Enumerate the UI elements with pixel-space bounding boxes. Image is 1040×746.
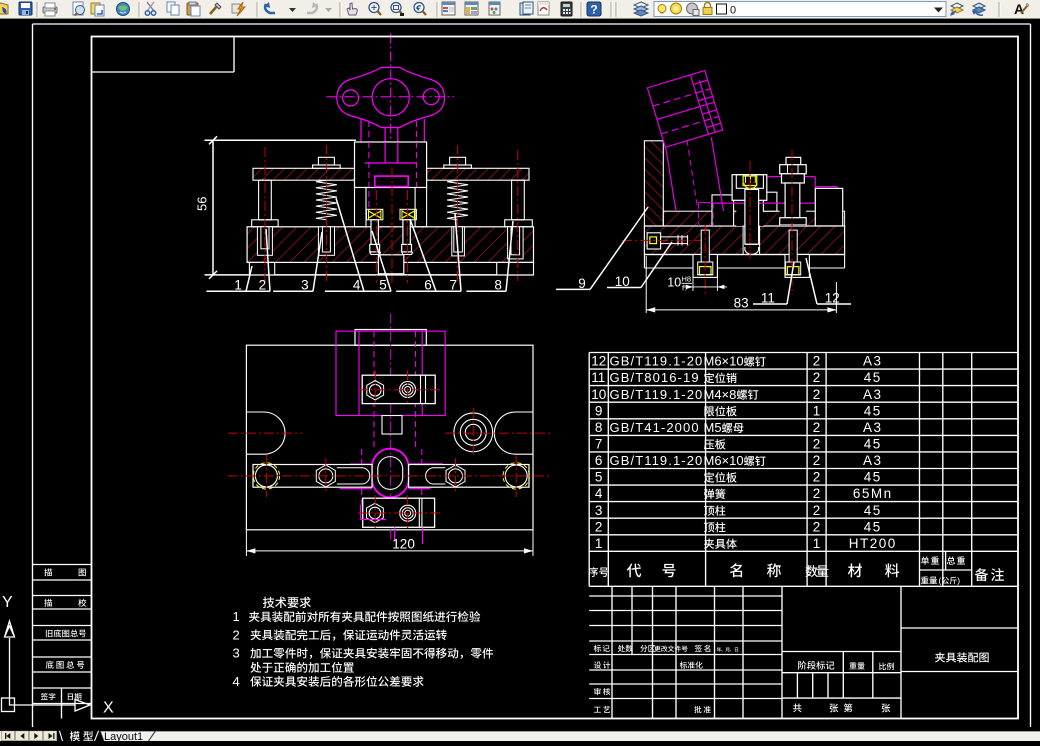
svg-text:2: 2	[813, 519, 821, 534]
svg-text:A: A	[1014, 1, 1024, 17]
svg-text:Layout1: Layout1	[104, 731, 143, 741]
svg-text:A3: A3	[863, 354, 883, 369]
svg-text:45: 45	[864, 519, 882, 534]
svg-text:1: 1	[233, 609, 240, 624]
svg-text:4: 4	[595, 486, 603, 501]
svg-text:10: 10	[591, 387, 606, 402]
svg-text:11: 11	[591, 370, 605, 385]
svg-text:1: 1	[813, 536, 821, 551]
svg-text:3: 3	[595, 503, 603, 518]
svg-text:45: 45	[864, 437, 882, 452]
svg-text:1: 1	[595, 536, 603, 551]
svg-text:83: 83	[734, 295, 749, 310]
svg-text:GB/T119.1-20: GB/T119.1-20	[610, 453, 704, 468]
svg-text:2: 2	[813, 354, 821, 369]
svg-text:120: 120	[392, 537, 415, 552]
svg-text:65Mn: 65Mn	[853, 486, 893, 501]
svg-text:Y: Y	[2, 594, 13, 611]
svg-text:8: 8	[595, 420, 603, 435]
svg-text:7: 7	[450, 277, 458, 292]
svg-text:12: 12	[591, 354, 606, 369]
svg-text:2: 2	[813, 370, 821, 385]
svg-text:3: 3	[233, 646, 240, 661]
svg-text:M6×10: M6×10	[704, 354, 744, 369]
svg-text:2: 2	[813, 420, 821, 435]
svg-text:56: 56	[195, 197, 210, 211]
svg-text:): )	[957, 576, 960, 586]
svg-text:45: 45	[864, 403, 882, 418]
svg-text:A3: A3	[863, 453, 883, 468]
svg-text:8: 8	[494, 277, 502, 292]
svg-text:M6×10: M6×10	[704, 453, 744, 468]
svg-text:45: 45	[864, 503, 882, 518]
svg-text:M5: M5	[704, 420, 722, 435]
svg-text:6: 6	[595, 453, 603, 468]
svg-text:1: 1	[234, 277, 242, 292]
svg-text:GB/T8016-19: GB/T8016-19	[610, 370, 700, 385]
svg-text:3: 3	[301, 277, 309, 292]
svg-text:9: 9	[595, 403, 603, 418]
svg-text:2: 2	[813, 470, 821, 485]
svg-text:A3: A3	[863, 420, 883, 435]
svg-text:2: 2	[813, 453, 821, 468]
svg-text:5: 5	[379, 277, 387, 292]
svg-text:HT200: HT200	[849, 536, 897, 551]
svg-text:2: 2	[813, 437, 821, 452]
svg-text:?: ?	[590, 3, 597, 17]
svg-text:GB/T119.1-20: GB/T119.1-20	[610, 387, 704, 402]
svg-text:2: 2	[233, 627, 240, 642]
svg-text:2: 2	[595, 519, 603, 534]
svg-text:GB/T41-2000: GB/T41-2000	[610, 420, 700, 435]
svg-text:1: 1	[813, 403, 821, 418]
svg-text:M4×8: M4×8	[704, 387, 737, 402]
svg-text:H8: H8	[682, 275, 692, 284]
svg-text:7: 7	[595, 437, 603, 452]
svg-text:2: 2	[813, 503, 821, 518]
svg-text:(: (	[939, 576, 942, 586]
svg-text:45: 45	[864, 470, 882, 485]
svg-text:2: 2	[813, 387, 821, 402]
svg-text:GB/T119.1-20: GB/T119.1-20	[610, 354, 704, 369]
svg-text:45: 45	[864, 370, 882, 385]
svg-text:2: 2	[259, 277, 267, 292]
svg-text:10: 10	[667, 276, 681, 290]
svg-text:6: 6	[424, 277, 432, 292]
svg-text:5: 5	[595, 470, 603, 485]
svg-text:2: 2	[813, 486, 821, 501]
svg-text:4: 4	[233, 674, 240, 689]
svg-text:A3: A3	[863, 387, 883, 402]
svg-text:0: 0	[730, 5, 736, 17]
svg-text:X: X	[103, 700, 114, 717]
